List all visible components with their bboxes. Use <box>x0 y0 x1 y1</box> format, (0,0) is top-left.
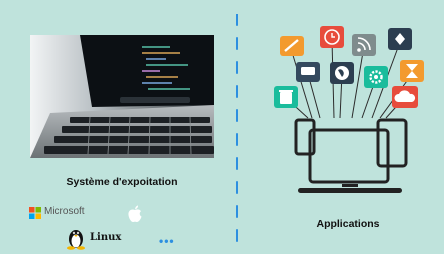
microsoft-icon <box>29 207 41 219</box>
divider <box>236 14 238 254</box>
cloud-icon <box>392 86 418 108</box>
hourglass-icon <box>400 60 424 82</box>
linux-icon <box>67 230 85 250</box>
laptop-photo <box>30 35 214 158</box>
globe-icon <box>330 62 354 84</box>
applications-heading: Applications <box>316 218 380 230</box>
trash-icon <box>274 86 298 108</box>
pencil-icon <box>280 36 304 56</box>
clock-icon <box>320 26 344 48</box>
applications-illustration <box>274 26 424 193</box>
gear-icon <box>364 66 388 88</box>
pin-icon <box>388 28 412 50</box>
os-heading: Système d'expoitation <box>66 176 178 188</box>
chat-icon <box>296 62 320 82</box>
rss-icon <box>352 34 376 56</box>
microsoft-label: Microsoft <box>44 206 85 217</box>
linux-label: Linux <box>90 232 122 243</box>
apple-icon <box>128 205 142 223</box>
slide: Système d'expoitation Microsoft Linux ••… <box>0 0 444 254</box>
more-dots: ••• <box>159 234 175 248</box>
